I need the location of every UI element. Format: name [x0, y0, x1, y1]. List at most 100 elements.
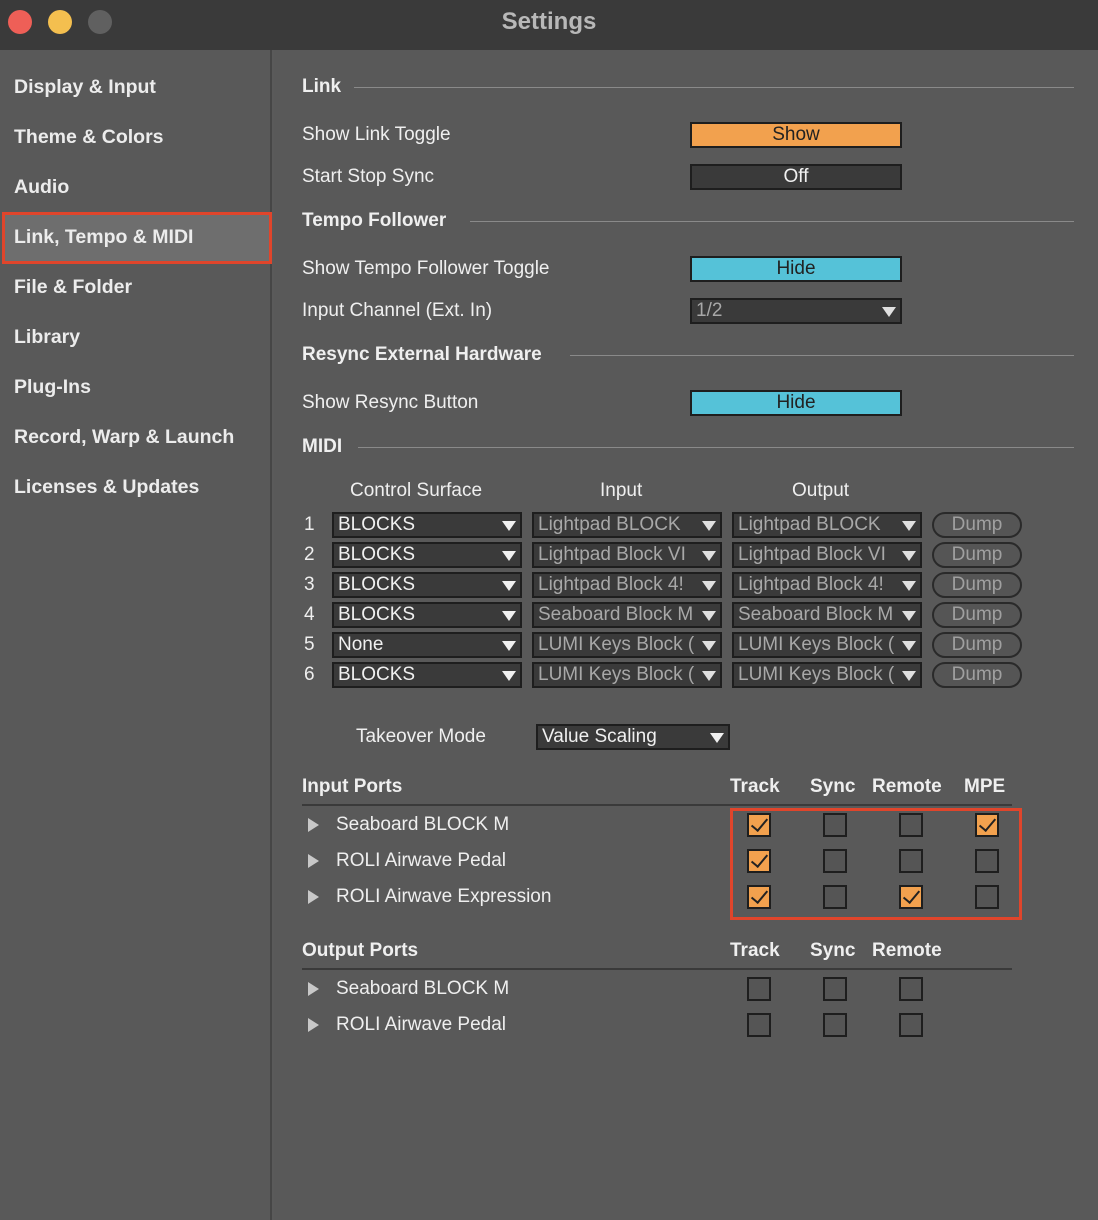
dump-button[interactable]: Dump — [932, 632, 1022, 658]
title-bar: Settings — [0, 0, 1098, 50]
midi-input-dropdown[interactable]: LUMI Keys Block ( — [532, 632, 722, 658]
output-header: Output — [792, 480, 850, 501]
control-surface-dropdown[interactable]: None — [332, 632, 522, 658]
input-remote-header: Remote — [872, 776, 942, 797]
start-stop-sync-button[interactable]: Off — [690, 164, 902, 190]
chevron-down-icon — [902, 581, 916, 591]
midi-input-value: LUMI Keys Block ( — [538, 664, 695, 685]
chevron-down-icon — [502, 551, 516, 561]
sidebar-item-record-warp-launch[interactable]: Record, Warp & Launch — [14, 422, 234, 452]
sidebar-item-licenses-updates[interactable]: Licenses & Updates — [14, 472, 199, 502]
midi-output-value: LUMI Keys Block ( — [738, 664, 895, 685]
midi-input-dropdown[interactable]: Lightpad BLOCK — [532, 512, 722, 538]
midi-output-value: Lightpad Block 4! — [738, 574, 884, 595]
output-sync-checkbox[interactable] — [823, 1013, 847, 1037]
sidebar-item-audio[interactable]: Audio — [14, 172, 69, 202]
section-title-midi: MIDI — [302, 436, 343, 457]
dump-button[interactable]: Dump — [932, 572, 1022, 598]
midi-input-dropdown[interactable]: Seaboard Block M — [532, 602, 722, 628]
section-title-link: Link — [302, 76, 342, 97]
input-channel-dropdown[interactable]: 1/2 — [690, 298, 902, 324]
midi-output-dropdown[interactable]: Lightpad BLOCK — [732, 512, 922, 538]
output-ports-title: Output Ports — [302, 940, 419, 961]
midi-output-dropdown[interactable]: LUMI Keys Block ( — [732, 662, 922, 688]
midi-output-value: Seaboard Block M — [738, 604, 894, 625]
sidebar-item-link-tempo-midi[interactable]: Link, Tempo & MIDI — [14, 222, 193, 252]
expand-arrow-icon[interactable] — [308, 854, 319, 868]
chevron-down-icon — [902, 671, 916, 681]
output-port-name: Seaboard BLOCK M — [336, 978, 510, 999]
expand-arrow-icon[interactable] — [308, 890, 319, 904]
midi-row-number: 5 — [304, 634, 315, 655]
midi-row-number: 2 — [304, 544, 315, 565]
midi-output-dropdown[interactable]: Seaboard Block M — [732, 602, 922, 628]
show-link-toggle-button[interactable]: Show — [690, 122, 902, 148]
sidebar-item-plug-ins[interactable]: Plug-Ins — [14, 372, 91, 402]
control-surface-dropdown[interactable]: BLOCKS — [332, 542, 522, 568]
expand-arrow-icon[interactable] — [308, 1018, 319, 1032]
dump-button[interactable]: Dump — [932, 602, 1022, 628]
chevron-down-icon — [702, 611, 716, 621]
input-track-header: Track — [730, 776, 780, 797]
midi-input-dropdown[interactable]: Lightpad Block 4! — [532, 572, 722, 598]
input-sync-header: Sync — [810, 776, 856, 797]
takeover-mode-dropdown[interactable]: Value Scaling — [536, 724, 730, 750]
section-divider — [302, 968, 1012, 970]
show-resync-button-label: Show Resync Button — [302, 392, 479, 413]
output-sync-checkbox[interactable] — [823, 977, 847, 1001]
output-track-checkbox[interactable] — [747, 1013, 771, 1037]
section-title-tempo-follower: Tempo Follower — [302, 210, 447, 231]
sidebar-item-display-input[interactable]: Display & Input — [14, 72, 156, 102]
midi-input-value: Lightpad Block 4! — [538, 574, 684, 595]
dump-button[interactable]: Dump — [932, 542, 1022, 568]
control-surface-value: BLOCKS — [338, 544, 416, 565]
control-surface-dropdown[interactable]: BLOCKS — [332, 662, 522, 688]
input-header: Input — [600, 480, 643, 501]
dump-button[interactable]: Dump — [932, 662, 1022, 688]
control-surface-dropdown[interactable]: BLOCKS — [332, 512, 522, 538]
midi-input-dropdown[interactable]: Lightpad Block VI — [532, 542, 722, 568]
chevron-down-icon — [702, 641, 716, 651]
midi-output-dropdown[interactable]: Lightpad Block VI — [732, 542, 922, 568]
expand-arrow-icon[interactable] — [308, 982, 319, 996]
show-resync-button-toggle[interactable]: Hide — [690, 390, 902, 416]
settings-main-panel: Link Show Link Toggle Show Start Stop Sy… — [274, 50, 1098, 1220]
input-mpe-header: MPE — [964, 776, 1006, 797]
settings-sidebar: Display & Input Theme & Colors Audio Lin… — [0, 50, 272, 1220]
output-track-header: Track — [730, 940, 780, 961]
sidebar-item-library[interactable]: Library — [14, 322, 80, 352]
chevron-down-icon — [902, 521, 916, 531]
section-divider — [470, 221, 1074, 222]
midi-input-value: LUMI Keys Block ( — [538, 634, 695, 655]
expand-arrow-icon[interactable] — [308, 818, 319, 832]
control-surface-value: BLOCKS — [338, 604, 416, 625]
chevron-down-icon — [502, 671, 516, 681]
midi-row-number: 4 — [304, 604, 315, 625]
sidebar-item-theme-colors[interactable]: Theme & Colors — [14, 122, 164, 152]
output-port-name: ROLI Airwave Pedal — [336, 1014, 507, 1035]
input-channel-label: Input Channel (Ext. In) — [302, 300, 493, 321]
midi-row-number: 3 — [304, 574, 315, 595]
midi-output-dropdown[interactable]: Lightpad Block 4! — [732, 572, 922, 598]
output-track-checkbox[interactable] — [747, 977, 771, 1001]
control-surface-header: Control Surface — [350, 480, 483, 501]
midi-output-dropdown[interactable]: LUMI Keys Block ( — [732, 632, 922, 658]
chevron-down-icon — [902, 641, 916, 651]
sidebar-item-file-folder[interactable]: File & Folder — [14, 272, 132, 302]
midi-output-value: LUMI Keys Block ( — [738, 634, 895, 655]
output-remote-checkbox[interactable] — [899, 1013, 923, 1037]
dump-button[interactable]: Dump — [932, 512, 1022, 538]
midi-row-number: 6 — [304, 664, 315, 685]
section-divider — [302, 804, 1012, 806]
window-title: Settings — [501, 8, 597, 35]
midi-input-value: Lightpad Block VI — [538, 544, 686, 565]
show-tempo-follower-toggle-button[interactable]: Hide — [690, 256, 902, 282]
control-surface-value: None — [338, 634, 384, 655]
chevron-down-icon — [702, 671, 716, 681]
output-remote-checkbox[interactable] — [899, 977, 923, 1001]
midi-input-dropdown[interactable]: LUMI Keys Block ( — [532, 662, 722, 688]
control-surface-dropdown[interactable]: BLOCKS — [332, 602, 522, 628]
control-surface-dropdown[interactable]: BLOCKS — [332, 572, 522, 598]
chevron-down-icon — [702, 551, 716, 561]
chevron-down-icon — [502, 641, 516, 651]
